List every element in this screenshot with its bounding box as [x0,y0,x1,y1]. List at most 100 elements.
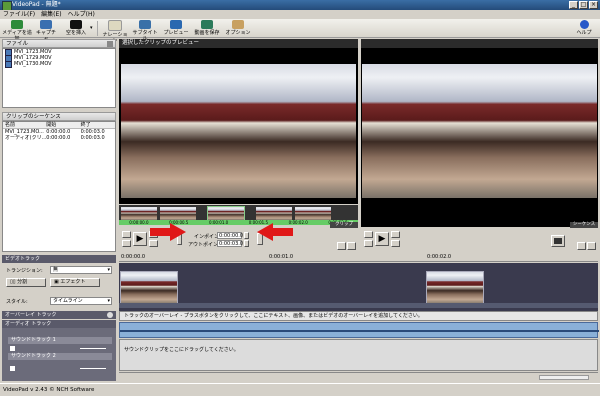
play-icon: ▶ [378,234,386,244]
subtitle-button[interactable]: サブタイトル [131,20,159,42]
seq-forward-button[interactable] [391,240,400,247]
audio-waveform [120,330,599,332]
video-file-icon [5,60,12,68]
timeline-ruler[interactable]: 0:00:00.0 0:00:01.0 0:00:02.0 [119,253,598,262]
effect-button[interactable]: ▣ エフェクト [50,278,100,287]
speaker-icon[interactable] [10,366,15,371]
cell: 0:00:03.0 [80,135,105,141]
in-point-field[interactable]: 0:00:00.0 [217,232,243,239]
speaker-icon[interactable] [10,346,15,351]
sequence-header-row: 名前 開始 終了 [3,122,115,129]
title-bar: VideoPad - 無題* _ □ × [0,0,600,11]
blank-insert-button[interactable]: 空を挿入 [64,20,88,37]
files-panel-title: ファイル [6,41,29,47]
col-start[interactable]: 開始 [46,122,80,128]
video-clip-thumb[interactable] [120,271,178,305]
col-name[interactable]: 名前 [3,122,46,128]
sequence-play-button[interactable]: ▶ [375,232,389,246]
clip-preview-title: 選択したクリップのプレビュー [122,40,200,46]
sound-track-label: サウンドトラック 1 [11,337,56,343]
preview-icon [170,20,182,29]
options-button[interactable]: オプション [225,20,251,37]
video-clip-thumb[interactable] [426,271,484,305]
clip-preview-area[interactable] [119,48,358,204]
prev-frame-button[interactable] [122,231,131,238]
volume-slider[interactable] [80,368,106,369]
capture-button[interactable]: キャプチャ [34,20,58,42]
blank-insert-icon [70,20,82,29]
sound-track-2-controls [2,363,116,381]
table-row[interactable]: オーディオ(クリ... 0:00:00.0 0:00:03.0 [3,135,115,141]
col-end[interactable]: 終了 [81,122,115,128]
out-point-spin[interactable] [244,240,249,247]
video-track-header: ビデオトラック [2,255,116,263]
close-button[interactable]: × [589,1,598,9]
ruler-tick: 0:00:00.0 [121,254,146,260]
status-bar: VideoPad v 2.43 © NCH Software [0,383,600,395]
menu-file[interactable]: ファイル(F) [3,10,35,19]
seq-prev-button[interactable] [364,231,373,238]
seq-zoom-in-button[interactable] [587,242,596,250]
preview-label: プレビュー [163,30,189,36]
menu-help[interactable]: ヘルプ(H) [68,10,95,19]
overlay-hint: トラックのオーバーレイ - プラスボタンをクリックして、ここにテキスト、画像、ま… [124,313,423,319]
sequence-panel-header: クリップのシーケンス [2,112,116,121]
capture-icon [40,20,52,29]
panel-expand-icon[interactable] [107,41,113,47]
seq-zoom-out-button[interactable] [577,242,586,250]
chevron-down-icon: ▾ [107,267,110,273]
split-button[interactable]: ▯▯ 分割 [6,278,46,287]
blank-insert-dropdown-icon[interactable]: ▾ [90,25,93,31]
narration-button[interactable]: ナレーション [101,20,129,44]
minimize-button[interactable]: _ [569,1,578,9]
transition-select[interactable]: 無 ▾ [50,266,112,274]
help-button[interactable]: ヘルプ [574,20,594,37]
chevron-down-icon: ▾ [107,298,110,304]
audio-track-header: オーディオ トラック [2,320,116,328]
maximize-button[interactable]: □ [579,1,588,9]
transition-value: 無 [53,267,59,273]
clip-preview-frame [121,64,356,198]
zoom-out-button[interactable] [337,242,346,250]
seq-rewind-button[interactable] [364,240,373,247]
blank-insert-label: 空を挿入 [65,30,86,36]
rewind-button[interactable] [122,240,131,247]
transition-label: トランジション: [6,268,43,274]
snapshot-button[interactable] [551,235,565,247]
timeline-zoom-slider[interactable] [539,375,589,380]
save-video-icon [201,20,213,29]
out-point-field[interactable]: 0:00:03.0 [217,240,243,247]
ruler-tick: 0:00:01.0 [269,254,294,260]
save-video-button[interactable]: 動画を保存 [193,20,221,37]
subtitle-icon [139,20,151,29]
seq-next-button[interactable] [391,231,400,238]
add-overlay-icon[interactable] [107,312,113,318]
audio-track-lane[interactable] [119,322,599,338]
menu-bar: ファイル(F) 編集(E) ヘルプ(H) [0,10,600,19]
style-select[interactable]: タイムライン ▾ [50,297,112,305]
clip-play-button[interactable]: ▶ [133,232,147,246]
video-track[interactable] [119,263,598,311]
thumb-time: 0:00:01.0 [208,220,229,225]
sound-track-lane[interactable]: サウンドクリップをここにドラッグしてください。 [119,339,598,371]
volume-slider[interactable] [80,348,106,349]
sound-tracks-panel: サウンドトラック 1 サウンドトラック 2 [2,328,116,363]
overlay-track-lane[interactable]: トラックのオーバーレイ - プラスボタンをクリックして、ここにテキスト、画像、ま… [119,311,598,321]
menu-edit[interactable]: 編集(E) [41,10,61,19]
camera-icon [554,238,562,244]
sequence-preview-area[interactable] [361,48,598,227]
sound-track-label: サウンドトラック 2 [11,353,56,359]
sound-track-2[interactable]: サウンドトラック 2 [8,353,112,360]
add-media-button[interactable]: メディアを追加 [2,20,32,42]
file-item[interactable]: MVI_1730.MOV [3,60,115,68]
sound-track-1[interactable]: サウンドトラック 1 [8,337,112,344]
zoom-in-button[interactable] [347,242,356,250]
status-text: VideoPad v 2.43 © NCH Software [3,387,95,393]
sequence-preview-header [361,39,598,48]
window-title: VideoPad - 無題* [12,1,61,8]
preview-button[interactable]: プレビュー [162,20,190,37]
sound-hint: サウンドクリップをここにドラッグしてください。 [124,347,239,353]
timeline-scrollbar[interactable] [119,372,598,382]
in-point-spin[interactable] [244,232,249,239]
style-value: タイムライン [53,298,83,304]
